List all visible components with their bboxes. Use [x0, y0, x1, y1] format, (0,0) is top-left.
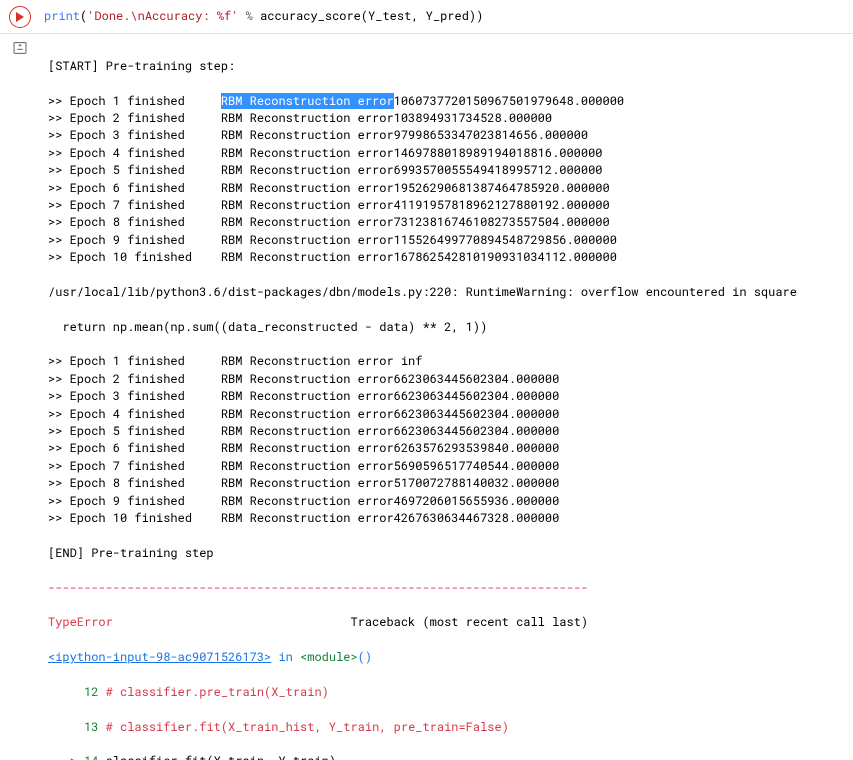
- epoch-line: >> Epoch 4 finished RBM Reconstruction e…: [48, 145, 845, 162]
- epoch-line: >> Epoch 4 finished RBM Reconstruction e…: [48, 406, 845, 423]
- code-rest: accuracy_score(Y_test, Y_pred)): [260, 8, 483, 24]
- epoch-line: >> Epoch 3 finished RBM Reconstruction e…: [48, 388, 845, 405]
- ipython-input-link[interactable]: <ipython-input-98-ac9071526173>: [48, 649, 271, 665]
- traceback-header: TypeError Traceback (most recent call la…: [48, 614, 845, 631]
- code-cell: print('Done.\nAccuracy: %f' % accuracy_s…: [0, 0, 853, 34]
- output-gutter: [0, 34, 40, 760]
- epoch-line: >> Epoch 10 finished RBM Reconstruction …: [48, 510, 845, 527]
- epoch-line: >> Epoch 3 finished RBM Reconstruction e…: [48, 127, 845, 144]
- play-icon: [15, 12, 25, 22]
- paren: (): [358, 649, 372, 665]
- output-cell: [START] Pre-training step: >> Epoch 1 fi…: [0, 34, 853, 760]
- frame-1-header: <ipython-input-98-ac9071526173> in <modu…: [48, 649, 845, 666]
- code-content[interactable]: print('Done.\nAccuracy: %f' % accuracy_s…: [40, 2, 853, 31]
- epoch-line: >> Epoch 5 finished RBM Reconstruction e…: [48, 423, 845, 440]
- epoch-line: >> Epoch 9 finished RBM Reconstruction e…: [48, 232, 845, 249]
- arrow-icon: --->: [48, 753, 84, 760]
- epoch-line: >> Epoch 9 finished RBM Reconstruction e…: [48, 493, 845, 510]
- module-symbol: <module>: [300, 649, 358, 665]
- error-name: TypeError: [48, 614, 113, 630]
- epoch-line: >> Epoch 7 finished RBM Reconstruction e…: [48, 197, 845, 214]
- epoch-line: >> Epoch 8 finished RBM Reconstruction e…: [48, 214, 845, 231]
- epoch-line: >> Epoch 6 finished RBM Reconstruction e…: [48, 440, 845, 457]
- out-warning-line2: return np.mean(np.sum((data_reconstructe…: [48, 319, 845, 336]
- frame-1-line-12: 12 # classifier.pre_train(X_train): [48, 684, 845, 701]
- notebook: print('Done.\nAccuracy: %f' % accuracy_s…: [0, 0, 853, 760]
- epoch-line: >> Epoch 1 finished RBM Reconstruction e…: [48, 93, 845, 110]
- epoch-line: >> Epoch 8 finished RBM Reconstruction e…: [48, 475, 845, 492]
- out-warning: /usr/local/lib/python3.6/dist-packages/d…: [48, 284, 845, 301]
- epoch-line: >> Epoch 7 finished RBM Reconstruction e…: [48, 458, 845, 475]
- epoch-line: >> Epoch 6 finished RBM Reconstruction e…: [48, 180, 845, 197]
- code-fn: print: [44, 8, 80, 24]
- traceback-divider: ----------------------------------------…: [48, 580, 845, 597]
- traceback-label: Traceback (most recent call last): [113, 614, 588, 630]
- code-str: 'Done.\nAccuracy: %f': [87, 8, 238, 24]
- epoch-line: >> Epoch 10 finished RBM Reconstruction …: [48, 249, 845, 266]
- epoch-line: >> Epoch 5 finished RBM Reconstruction e…: [48, 162, 845, 179]
- code-op: %: [238, 8, 260, 24]
- epoch-line: >> Epoch 2 finished RBM Reconstruction e…: [48, 371, 845, 388]
- epoch-line: >> Epoch 1 finished RBM Reconstruction e…: [48, 353, 845, 370]
- run-button[interactable]: [9, 6, 31, 28]
- frame-1-line-14: ---> 14 classifier.fit(X_train, Y_train): [48, 753, 845, 760]
- in-keyword: in: [271, 649, 300, 665]
- collapse-output-icon[interactable]: [12, 40, 28, 56]
- out-start: [START] Pre-training step:: [48, 58, 845, 75]
- cell-gutter: [0, 2, 40, 31]
- out-end: [END] Pre-training step: [48, 545, 845, 562]
- output-content[interactable]: [START] Pre-training step: >> Epoch 1 fi…: [40, 34, 853, 760]
- epoch-line: >> Epoch 2 finished RBM Reconstruction e…: [48, 110, 845, 127]
- frame-1-line-13: 13 # classifier.fit(X_train_hist, Y_trai…: [48, 719, 845, 736]
